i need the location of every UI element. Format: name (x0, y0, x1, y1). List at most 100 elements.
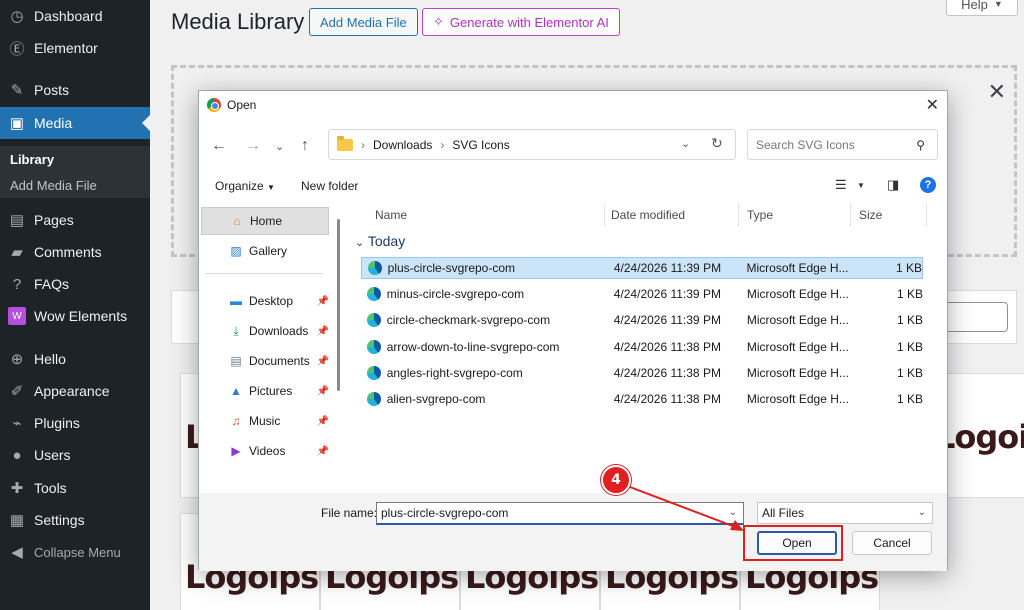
file-row[interactable]: angles-right-svgrepo-com 4/24/2026 11:38… (361, 362, 923, 384)
preview-pane-icon[interactable]: ◨ (887, 177, 899, 193)
nav-item-label: Music (249, 414, 281, 428)
file-row[interactable]: circle-checkmark-svgrepo-com 4/24/2026 1… (361, 309, 923, 331)
sidebar-item-elementor[interactable]: Ⓔ Elementor (0, 32, 150, 64)
help-button[interactable]: Help ▼ (946, 0, 1018, 16)
file-row[interactable]: minus-circle-svgrepo-com 4/24/2026 11:39… (361, 283, 923, 305)
file-name: alien-svgrepo-com (386, 392, 486, 406)
forward-arrow-icon[interactable]: → (245, 137, 261, 155)
generate-with-ai-button[interactable]: ✧ Generate with Elementor AI (422, 8, 620, 36)
up-arrow-icon[interactable]: ↑ (301, 137, 309, 155)
search-input[interactable]: Search SVG Icons ⚲ (747, 129, 938, 160)
sidebar-item-faqs[interactable]: ? FAQs (0, 268, 150, 300)
file-date: 4/24/2026 11:39 PM (613, 287, 721, 301)
edge-file-icon (367, 340, 381, 354)
dashboard-icon: ◷ (10, 8, 24, 25)
close-icon[interactable]: ✕ (988, 80, 1006, 105)
help-label: Help (961, 0, 988, 12)
address-bar[interactable]: › Downloads › SVG Icons (328, 129, 736, 160)
nav-scrollbar[interactable] (337, 219, 340, 391)
address-dropdown-icon[interactable]: ⌄ (681, 137, 690, 150)
column-header-name[interactable]: Name (367, 203, 605, 227)
group-header[interactable]: ⌄ Today (355, 233, 405, 249)
submenu-library[interactable]: Library (0, 146, 150, 172)
new-folder-button[interactable]: New folder (301, 179, 358, 193)
sidebar-item-posts[interactable]: ✎ Posts (0, 74, 150, 106)
file-date: 4/24/2026 11:38 PM (613, 392, 721, 406)
help-icon[interactable]: ? (920, 177, 936, 193)
home-icon: ⌂ (233, 214, 241, 228)
sparkle-icon: ✧ (433, 14, 444, 29)
nav-item-home[interactable]: ⌂ Home (201, 207, 329, 235)
add-media-file-button[interactable]: Add Media File (309, 8, 418, 36)
sidebar-item-comments[interactable]: ▰ Comments (0, 236, 150, 268)
file-name-input[interactable]: plus-circle-svgrepo-com ⌄ (376, 502, 744, 525)
file-size: 1 KB (896, 287, 923, 301)
folder-icon (337, 135, 353, 151)
nav-item-pictures[interactable]: ▲ Pictures 📌 (201, 377, 329, 405)
file-row[interactable]: alien-svgrepo-com 4/24/2026 11:38 PM Mic… (361, 388, 923, 410)
view-list-icon[interactable]: ☰ (835, 177, 847, 193)
pages-icon: ▤ (9, 212, 25, 229)
file-size: 1 KB (896, 392, 923, 406)
sidebar-item-appearance[interactable]: ✐ Appearance (0, 375, 150, 407)
sidebar-item-pages[interactable]: ▤ Pages (0, 204, 150, 236)
caret-down-icon[interactable]: ▼ (857, 181, 865, 190)
sidebar-item-plugins[interactable]: ⌁ Plugins (0, 407, 150, 439)
file-type: Microsoft Edge H... (746, 366, 849, 380)
sidebar-item-label: Pages (34, 212, 74, 228)
sidebar-item-settings[interactable]: ▦ Settings (0, 504, 150, 536)
edge-file-icon (367, 313, 381, 327)
nav-item-gallery[interactable]: ▨ Gallery (201, 237, 329, 265)
organize-button[interactable]: Organize ▼ (215, 179, 275, 193)
nav-item-desktop[interactable]: ▬ Desktop 📌 (201, 287, 329, 315)
recent-locations-chevron-icon[interactable]: ⌄ (275, 140, 284, 153)
file-type: Microsoft Edge H... (746, 392, 849, 406)
breadcrumb-item[interactable]: SVG Icons (452, 138, 509, 152)
file-size: 1 KB (896, 366, 923, 380)
edge-file-icon (367, 392, 381, 406)
chevron-down-icon: ⌄ (917, 507, 926, 518)
download-icon: ⤓ (233, 323, 239, 338)
settings-icon: ▦ (9, 512, 25, 529)
chevron-down-icon[interactable]: ⌄ (729, 507, 737, 518)
nav-item-videos[interactable]: ▶ Videos 📌 (201, 437, 329, 465)
media-submenu: Library Add Media File (0, 146, 150, 198)
column-header-type[interactable]: Type (739, 203, 851, 227)
page-title: Media Library (171, 9, 305, 34)
sidebar-item-users[interactable]: ● Users (0, 439, 150, 471)
sidebar-item-wow-elements[interactable]: W Wow Elements (0, 300, 150, 332)
back-arrow-icon[interactable]: ← (211, 137, 227, 155)
pin-icon: 📌 (316, 295, 329, 307)
file-type-select[interactable]: All Files ⌄ (757, 502, 933, 524)
navigation-pane: ⌂ Home ▨ Gallery ▬ Desktop 📌 ⤓ Downloads… (199, 203, 339, 493)
cancel-button[interactable]: Cancel (852, 531, 932, 555)
collapse-menu-button[interactable]: ◀ Collapse Menu (0, 536, 150, 568)
sidebar-item-label: Wow Elements (34, 308, 128, 324)
pushpin-icon: ✎ (10, 82, 24, 99)
file-row[interactable]: arrow-down-to-line-svgrepo-com 4/24/2026… (361, 336, 923, 358)
edge-file-icon (368, 261, 382, 275)
submenu-add-media-file[interactable]: Add Media File (0, 172, 150, 198)
nav-item-label: Pictures (249, 384, 293, 398)
sidebar-item-media[interactable]: ▣ Media (0, 107, 150, 139)
sidebar-item-dashboard[interactable]: ◷ Dashboard (0, 0, 150, 32)
caret-down-icon: ▼ (993, 0, 1003, 9)
open-file-dialog: Open ✕ ← → ⌄ ↑ › Downloads › SVG Icons ⌄… (198, 90, 948, 571)
nav-item-music[interactable]: ♫ Music 📌 (201, 407, 330, 435)
nav-item-documents[interactable]: ▤ Documents 📌 (201, 347, 329, 375)
nav-item-downloads[interactable]: ⤓ Downloads 📌 (201, 317, 329, 345)
file-type: Microsoft Edge H... (746, 261, 849, 275)
column-header-size[interactable]: Size (851, 203, 927, 227)
sidebar-item-label: Hello (34, 351, 66, 367)
close-icon[interactable]: ✕ (926, 95, 939, 115)
sidebar-item-tools[interactable]: ✚ Tools (0, 472, 150, 504)
plugins-icon: ⌁ (12, 415, 22, 432)
breadcrumb-item[interactable]: Downloads (373, 138, 432, 152)
refresh-icon[interactable]: ↻ (711, 135, 723, 152)
column-header-date[interactable]: Date modified (603, 203, 739, 227)
media-search-input[interactable] (938, 302, 1008, 332)
chevron-down-icon: ⌄ (355, 237, 365, 249)
sidebar-item-label: Posts (34, 82, 70, 98)
file-row[interactable]: plus-circle-svgrepo-com 4/24/2026 11:39 … (361, 257, 923, 279)
sidebar-item-hello[interactable]: ⊕ Hello (0, 343, 150, 375)
